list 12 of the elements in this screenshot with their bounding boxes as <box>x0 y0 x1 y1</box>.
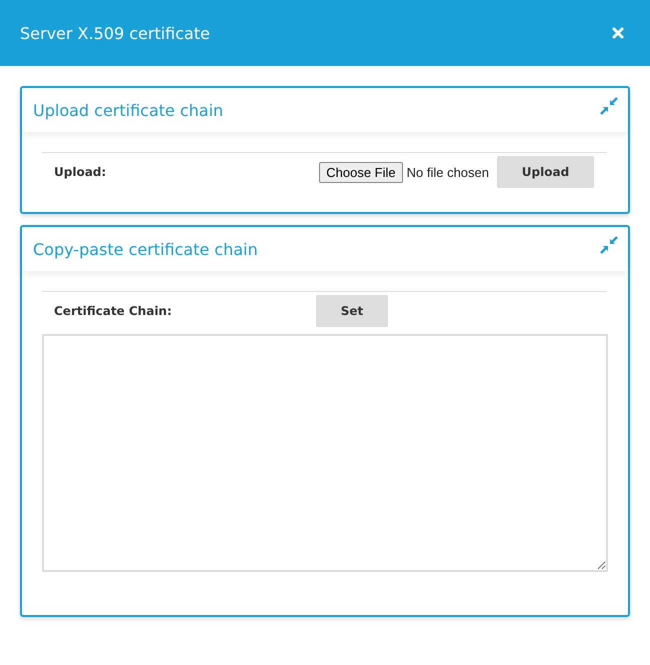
panel-title: Copy-paste certificate chain <box>33 240 258 258</box>
close-icon[interactable] <box>612 27 624 39</box>
collapse-icon[interactable] <box>600 236 618 254</box>
panel-title: Upload certificate chain <box>33 100 224 120</box>
choose-file-button[interactable]: Choose File <box>319 162 403 182</box>
file-status: No file chosen <box>406 164 489 180</box>
window-title: Server X.509 certificate <box>20 24 210 42</box>
set-button[interactable]: Set <box>316 295 388 327</box>
field-label: Certificate Chain: <box>54 304 173 318</box>
collapse-icon[interactable] <box>600 97 618 115</box>
upload-button[interactable]: Upload <box>497 156 594 188</box>
field-label: Upload: <box>54 165 108 179</box>
